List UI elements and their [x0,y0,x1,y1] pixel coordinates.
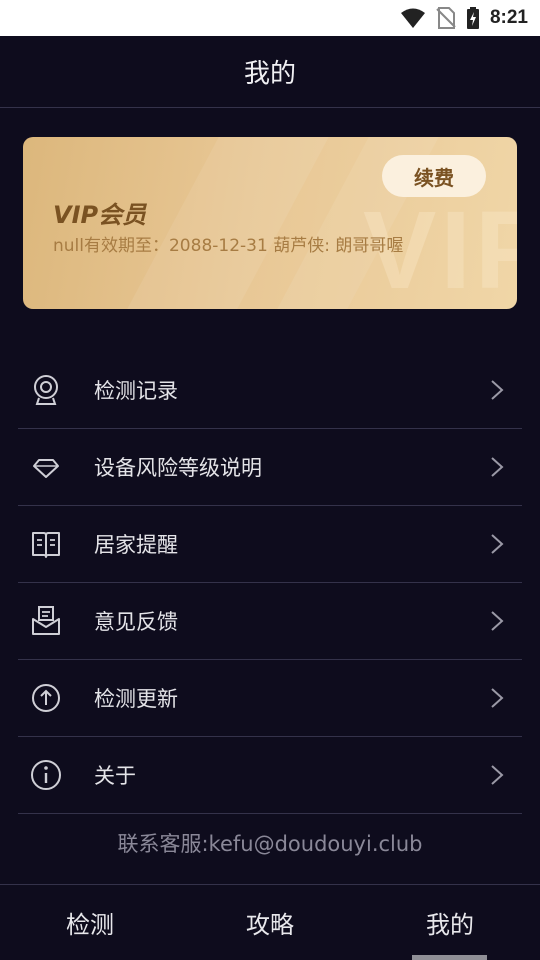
upload-arrow-icon [32,684,60,712]
bottom-navigation: 检测 攻略 我的 [0,884,540,960]
tab-guide[interactable]: 攻略 [180,885,360,959]
chevron-right-icon [491,688,504,708]
info-icon [31,760,61,790]
page-header: 我的 [0,36,540,108]
book-icon [32,532,60,558]
status-bar: 8:21 [0,0,540,36]
customer-service-contact[interactable]: 联系客服:kefu@doudouyi.club [0,828,540,858]
webcam-icon [34,375,58,405]
vip-card: VIP VIP会员 null有效期至：2088-12-31 葫芦侠: 朗哥哥喔 … [23,137,517,309]
menu-item-label: 居家提醒 [94,533,178,557]
renew-button[interactable]: 续费 [382,155,486,197]
diamond-icon [33,459,59,478]
menu-item-label: 设备风险等级说明 [94,456,262,480]
menu-item-detection-records[interactable]: 检测记录 [18,352,522,429]
menu-item-label: 关于 [94,764,136,788]
menu-item-home-reminder[interactable]: 居家提醒 [18,506,522,583]
feedback-mail-icon [32,606,60,635]
menu-item-label: 检测更新 [94,687,178,711]
menu-item-label: 意见反馈 [94,610,178,634]
status-icons: 8:21 [400,6,528,30]
chevron-right-icon [491,380,504,400]
tab-mine[interactable]: 我的 [360,885,540,959]
tab-detect[interactable]: 检测 [0,885,180,959]
vip-title: VIP会员 [53,201,147,229]
status-time: 8:21 [489,7,528,28]
no-sim-icon [436,7,456,29]
vip-expiry-text: null有效期至：2088-12-31 葫芦侠: 朗哥哥喔 [53,236,404,256]
chevron-right-icon [491,765,504,785]
menu-item-check-update[interactable]: 检测更新 [18,660,522,737]
home-indicator-bar [412,955,487,960]
chevron-right-icon [491,611,504,631]
battery-charging-icon [466,7,479,29]
page-title: 我的 [243,59,296,89]
wifi-icon [400,8,425,28]
menu-item-label: 检测记录 [94,379,178,403]
settings-menu: 检测记录 设备风险等级说明 居家提醒 意见反馈 检测更新 关于 [18,352,522,814]
menu-item-risk-level[interactable]: 设备风险等级说明 [18,429,522,506]
menu-item-feedback[interactable]: 意见反馈 [18,583,522,660]
menu-item-about[interactable]: 关于 [18,737,522,814]
chevron-right-icon [491,457,504,477]
chevron-right-icon [491,534,504,554]
